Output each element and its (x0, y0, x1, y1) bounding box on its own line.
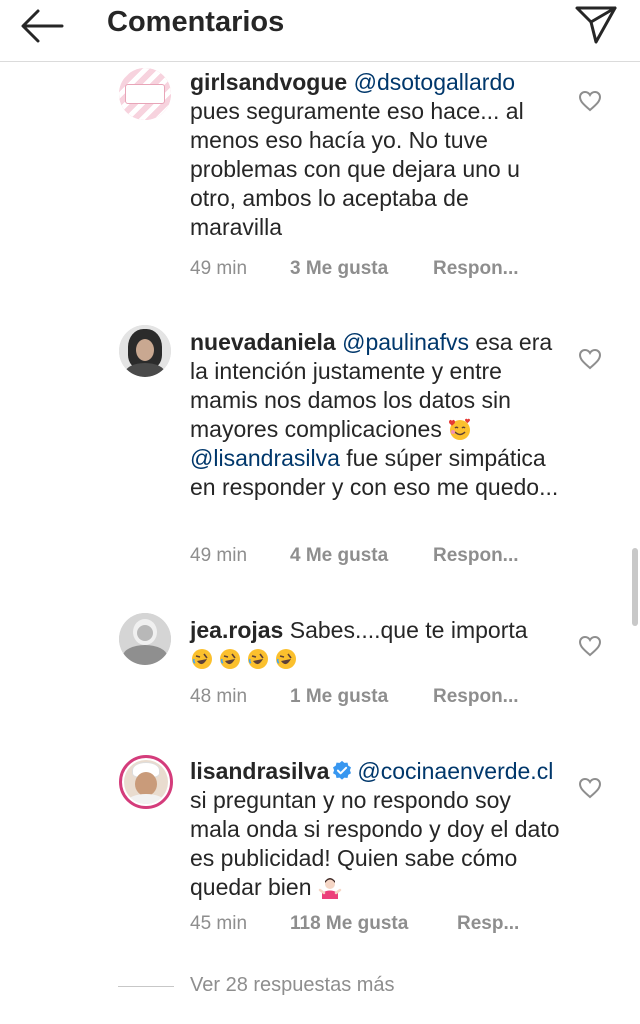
verified-badge-icon (333, 760, 352, 780)
heart-icon[interactable] (578, 777, 602, 799)
comment-text: lisandrasilva @cocinaenverde.cl si pregu… (190, 757, 560, 902)
paper-plane-icon (575, 6, 617, 44)
comment-time: 49 min (190, 258, 248, 279)
avatar[interactable] (119, 325, 171, 377)
comment-meta: 49 min 3 Me gusta Respon... (190, 258, 519, 280)
comment-time: 45 min (190, 913, 248, 934)
profile-photo (119, 613, 171, 665)
like-count[interactable]: 1 Me gusta (290, 686, 433, 708)
heart-icon[interactable] (578, 635, 602, 657)
top-app-bar: Comentarios (0, 0, 640, 62)
comment-time: 49 min (190, 545, 248, 566)
like-count[interactable]: 118 Me gusta (290, 913, 457, 935)
girlsandvogue-logo (119, 68, 171, 120)
comment-meta: 45 min 118 Me gusta Resp... (190, 913, 519, 935)
direct-message-button[interactable] (570, 2, 620, 46)
reply-button[interactable]: Respon... (433, 545, 519, 567)
rolling-laughing-emoji (248, 649, 268, 669)
comment-time: 48 min (190, 686, 248, 707)
profile-photo (119, 325, 171, 377)
woman-shrugging-emoji (318, 878, 342, 899)
comment-meta: 48 min 1 Me gusta Respon... (190, 686, 519, 708)
divider-line (118, 986, 174, 987)
like-count[interactable]: 3 Me gusta (290, 258, 433, 280)
comment-text: girlsandvogue @dsotogallardo pues segura… (190, 68, 560, 242)
comment-username[interactable]: girlsandvogue (190, 69, 347, 95)
heart-icon[interactable] (578, 90, 602, 112)
comment-meta: 49 min 4 Me gusta Respon... (190, 545, 519, 567)
rolling-laughing-emoji (192, 649, 212, 669)
scrollbar-thumb[interactable] (632, 548, 638, 626)
like-count[interactable]: 4 Me gusta (290, 545, 433, 567)
avatar-story-ring[interactable] (119, 755, 173, 809)
rolling-laughing-emoji-group (190, 646, 302, 672)
back-button[interactable] (18, 6, 68, 46)
mention-link[interactable]: @lisandrasilva (190, 445, 340, 471)
mention-link[interactable]: @dsotogallardo (354, 69, 515, 95)
comment-body: Sabes....que te importa (283, 617, 528, 643)
reply-button[interactable]: Resp... (457, 913, 519, 935)
mention-link[interactable]: @paulinafvs (342, 329, 469, 355)
page-title: Comentarios (107, 6, 285, 38)
mention-link[interactable]: @cocinaenverde.cl (357, 758, 553, 784)
reply-button[interactable]: Respon... (433, 686, 519, 708)
comment-username[interactable]: lisandrasilva (190, 758, 329, 784)
view-more-replies-button[interactable]: Ver 28 respuestas más (118, 974, 438, 1000)
profile-photo (124, 760, 168, 804)
comment-username[interactable]: jea.rojas (190, 617, 283, 643)
avatar[interactable] (119, 68, 171, 120)
smiling-face-with-hearts-emoji (449, 418, 471, 440)
comment-text: nuevadaniela @paulinafvs esa era la inte… (190, 328, 560, 502)
heart-icon[interactable] (578, 348, 602, 370)
back-arrow-icon (21, 9, 64, 43)
reply-button[interactable]: Respon... (433, 258, 519, 280)
comment-text: jea.rojas Sabes....que te importa (190, 616, 560, 674)
avatar[interactable] (119, 613, 171, 665)
comment-username[interactable]: nuevadaniela (190, 329, 336, 355)
view-more-replies-label: Ver 28 respuestas más (190, 974, 395, 996)
comment-body: si preguntan y no respondo soy mala onda… (190, 787, 560, 900)
rolling-laughing-emoji (220, 649, 240, 669)
rolling-laughing-emoji (276, 649, 296, 669)
comment-body: pues seguramente eso hace... al menos es… (190, 98, 524, 240)
